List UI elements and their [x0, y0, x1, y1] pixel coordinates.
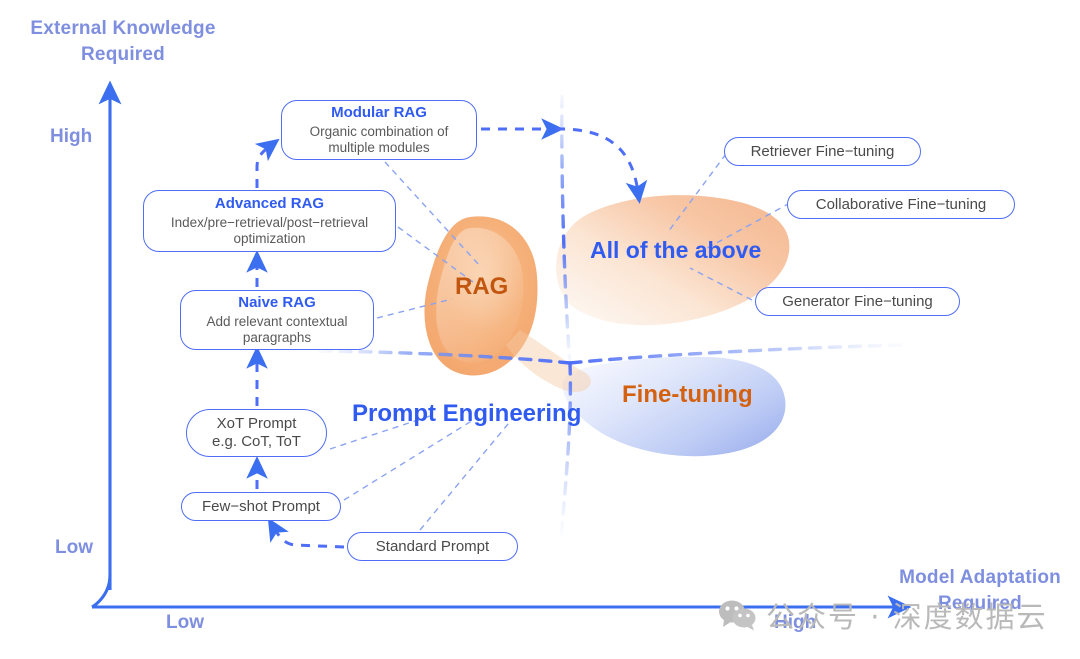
- region-label-all-of-the-above: All of the above: [590, 237, 762, 263]
- node-retriever-fine-tuning[interactable]: Retriever Fine−tuning: [724, 137, 921, 166]
- y-axis-tick-low: Low: [55, 537, 93, 558]
- wechat-icon: [719, 600, 756, 631]
- node-modular-rag-subtitle: Organic combination of multiple modules: [309, 123, 449, 155]
- region-label-rag: RAG: [455, 273, 509, 300]
- node-advanced-rag-title: Advanced RAG: [214, 194, 325, 212]
- node-advanced-rag[interactable]: Advanced RAG Index/pre−retrieval/post−re…: [143, 190, 396, 252]
- arrow-modular-curve-down: [555, 127, 648, 204]
- y-axis-tick-high: High: [50, 126, 93, 147]
- node-generator-fine-tuning-label: Generator Fine−tuning: [782, 292, 933, 310]
- leader-fewshot-to-pe: [343, 416, 479, 501]
- node-standard-prompt[interactable]: Standard Prompt: [347, 532, 518, 561]
- node-collaborative-fine-tuning[interactable]: Collaborative Fine−tuning: [787, 190, 1015, 219]
- watermark: 公众号 · 深度数据云: [718, 594, 1048, 636]
- node-xot-prompt[interactable]: XoT Prompt e.g. CoT, ToT: [186, 409, 327, 457]
- y-axis-title: External Knowledge Required: [8, 16, 238, 67]
- node-standard-prompt-label: Standard Prompt: [375, 537, 490, 555]
- node-naive-rag-title: Naive RAG: [238, 293, 316, 311]
- y-axis-title-line2: Required: [81, 43, 165, 65]
- node-few-shot-prompt-label: Few−shot Prompt: [202, 497, 320, 515]
- node-modular-rag[interactable]: Modular RAG Organic combination of multi…: [281, 100, 477, 160]
- axis-corner: [91, 574, 112, 609]
- node-collaborative-fine-tuning-label: Collaborative Fine−tuning: [815, 195, 987, 213]
- node-few-shot-prompt[interactable]: Few−shot Prompt: [181, 492, 341, 521]
- watermark-text: 公众号 · 深度数据云: [766, 600, 1048, 634]
- y-axis-title-line1: External Knowledge: [30, 18, 216, 39]
- node-xot-prompt-line1: XoT Prompt: [216, 415, 297, 432]
- node-xot-prompt-line2: e.g. CoT, ToT: [212, 433, 301, 450]
- separator-vertical-up: [560, 94, 572, 365]
- leader-standard-to-pe: [419, 417, 514, 531]
- node-modular-rag-title: Modular RAG: [331, 103, 427, 121]
- node-retriever-fine-tuning-label: Retriever Fine−tuning: [750, 142, 895, 160]
- x-axis-title-line1: Model Adaptation: [899, 567, 1061, 588]
- node-naive-rag[interactable]: Naive RAG Add relevant contextual paragr…: [180, 290, 374, 350]
- arrow-standard-to-fewshot: [267, 517, 345, 549]
- diagram-canvas: External Knowledge Required Model Adapta…: [0, 0, 1080, 659]
- node-naive-rag-subtitle: Add relevant contextual paragraphs: [206, 313, 348, 345]
- x-axis-tick-low: Low: [166, 612, 204, 633]
- region-label-prompt-engineering: Prompt Engineering: [352, 400, 582, 427]
- diagram-vector-layer: [91, 80, 912, 619]
- node-generator-fine-tuning[interactable]: Generator Fine−tuning: [755, 287, 960, 316]
- node-advanced-rag-subtitle: Index/pre−retrieval/post−retrieval optim…: [170, 214, 369, 246]
- region-label-fine-tuning: Fine-tuning: [622, 381, 753, 408]
- arrow-advanced-to-modular: [254, 138, 280, 188]
